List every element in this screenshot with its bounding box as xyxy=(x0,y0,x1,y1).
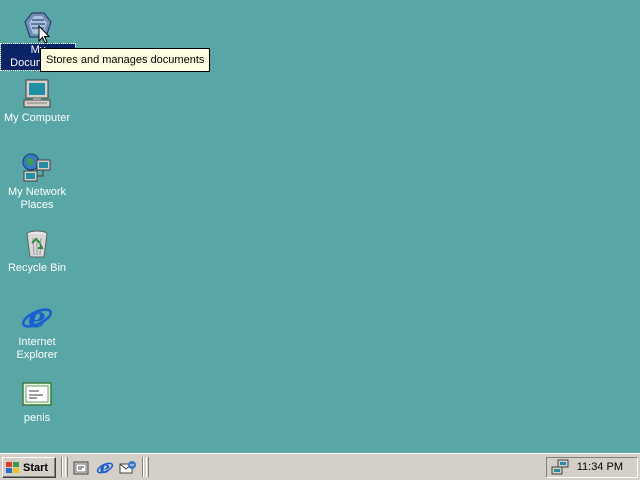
network-status-icon[interactable] xyxy=(551,459,569,475)
internet-explorer-icon: e xyxy=(21,301,53,334)
quick-launch-grip[interactable] xyxy=(65,457,68,477)
desktop-icon-file[interactable]: penis xyxy=(0,378,74,425)
svg-text:e: e xyxy=(100,459,110,477)
desktop-icon-network-places[interactable]: My Network Places xyxy=(0,152,74,212)
desktop-icon-recycle-bin[interactable]: Recycle Bin xyxy=(0,228,74,275)
svg-text:e: e xyxy=(28,302,46,334)
desktop-icon-internet-explorer[interactable]: e Internet Explorer xyxy=(0,301,74,362)
outlook-express-icon[interactable] xyxy=(119,459,137,477)
internet-explorer-icon[interactable]: e xyxy=(96,459,114,477)
network-places-icon xyxy=(21,152,53,184)
tooltip: Stores and manages documents xyxy=(40,48,211,72)
taskbar-separator xyxy=(142,457,144,477)
desktop-icon-label: My Network Places xyxy=(7,186,67,211)
recycle-bin-icon xyxy=(21,228,53,260)
windows-logo-icon xyxy=(6,461,19,473)
desktop-icon-label: My Computer xyxy=(3,112,71,124)
file-icon xyxy=(21,378,53,410)
start-button[interactable]: Start xyxy=(2,457,56,478)
show-desktop-icon[interactable] xyxy=(72,459,90,477)
desktop-icon-my-computer[interactable]: My Computer xyxy=(0,78,74,125)
taskbar-grip[interactable] xyxy=(146,457,149,477)
taskbar: Start e 11:34 PM xyxy=(0,453,640,480)
start-label: Start xyxy=(23,461,49,474)
desktop-icon-label: Internet Explorer xyxy=(16,336,58,361)
desktop-icon-label: penis xyxy=(23,412,51,424)
clock[interactable]: 11:34 PM xyxy=(577,458,623,477)
mouse-cursor-icon xyxy=(38,25,50,44)
system-tray: 11:34 PM xyxy=(546,457,638,478)
desktop[interactable]: My Documents My Computer My Network Plac… xyxy=(0,0,640,453)
my-computer-icon xyxy=(21,78,53,110)
desktop-icon-label: Recycle Bin xyxy=(7,262,67,274)
taskbar-separator xyxy=(61,457,63,477)
